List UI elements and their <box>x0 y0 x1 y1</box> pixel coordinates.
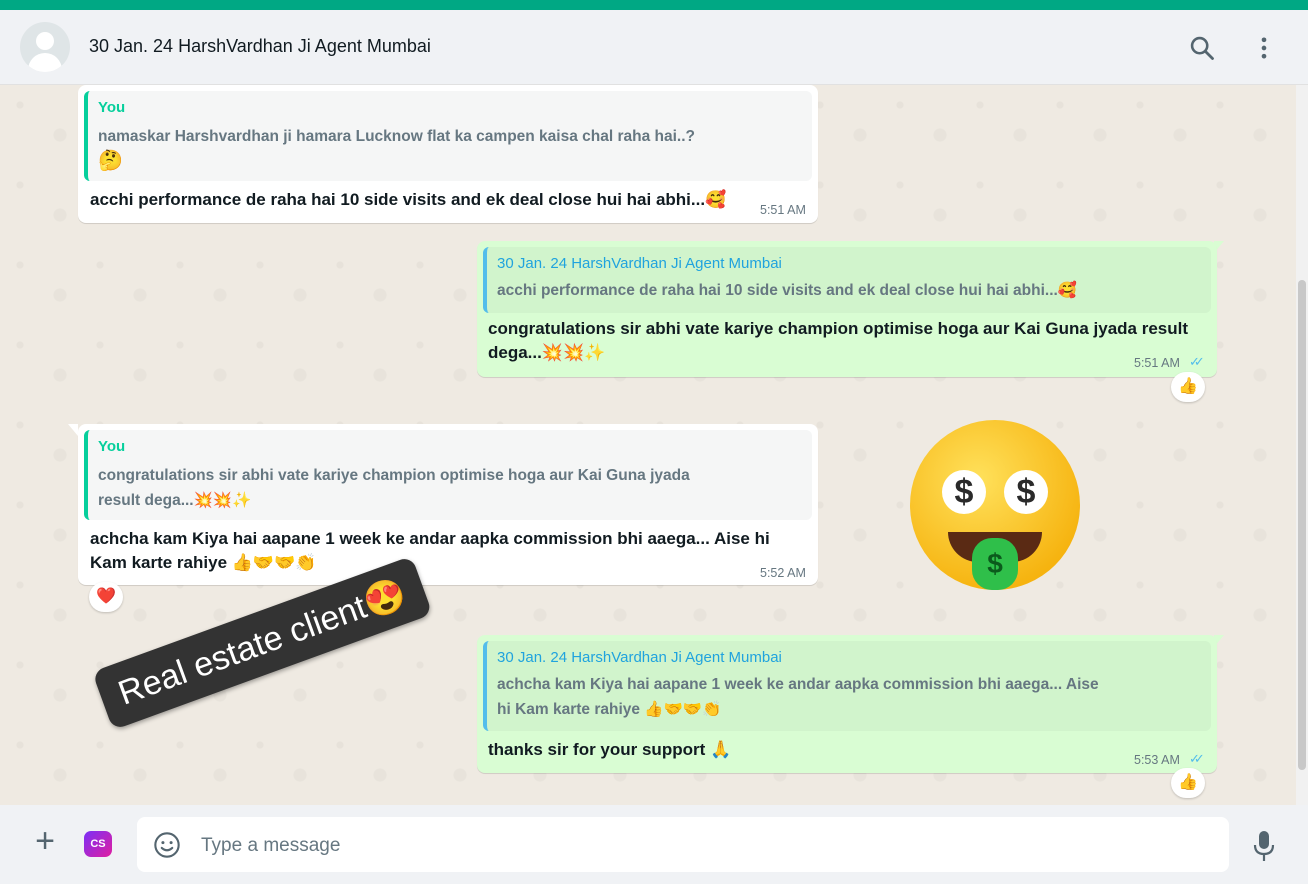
money-mouth-face-sticker[interactable]: $ $ $ <box>910 420 1080 590</box>
quoted-message[interactable]: You congratulations sir abhi vate kariye… <box>84 430 812 520</box>
quote-text-line: achcha kam Kiya hai aapane 1 week ke and… <box>497 676 1099 693</box>
avatar-head-shape <box>36 32 54 50</box>
message-text-line: dega...💥💥✨ <box>488 343 606 362</box>
scrollbar-thumb[interactable] <box>1298 280 1306 770</box>
quote-emoji: 🤔 <box>98 150 123 172</box>
message-bubble-incoming[interactable]: You congratulations sir abhi vate kariye… <box>78 424 818 585</box>
message-input-box[interactable] <box>137 817 1229 872</box>
reaction-badge[interactable]: 👍 <box>1171 768 1205 798</box>
reaction-badge[interactable]: 👍 <box>1171 372 1205 402</box>
avatar-body-shape <box>28 53 62 72</box>
chat-panel[interactable]: You namaskar Harshvardhan ji hamara Luck… <box>0 85 1296 805</box>
chat-header: 30 Jan. 24 HarshVardhan Ji Agent Mumbai <box>0 10 1308 85</box>
quote-text-line: congratulations sir abhi vate kariye cha… <box>98 467 690 484</box>
message-text: acchi performance de raha hai 10 side vi… <box>90 190 727 209</box>
dollar-tongue: $ <box>972 538 1018 590</box>
message-input[interactable] <box>199 829 1213 863</box>
quote-author: You <box>98 438 126 455</box>
smiley-icon[interactable] <box>153 831 181 859</box>
quote-text: namaskar Harshvardhan ji hamara Lucknow … <box>98 128 695 145</box>
read-ticks-icon: ✓✓ <box>1189 354 1205 369</box>
message-bubble-incoming[interactable]: You namaskar Harshvardhan ji hamara Luck… <box>78 85 818 223</box>
mic-icon[interactable] <box>1252 829 1276 863</box>
message-time: 5:51 AM <box>760 203 806 217</box>
plus-icon[interactable]: + <box>30 824 60 858</box>
message-time: 5:53 AM <box>1134 753 1180 767</box>
dollar-eye-left: $ <box>942 470 986 514</box>
message-bubble-outgoing[interactable]: 30 Jan. 24 HarshVardhan Ji Agent Mumbai … <box>477 241 1217 377</box>
bubble-tail <box>68 424 78 436</box>
dollar-eye-right: $ <box>1004 470 1048 514</box>
message-composer: + CS <box>0 805 1308 884</box>
quote-text-line: hi Kam karte rahiye 👍🤝🤝👏 <box>497 701 722 718</box>
extension-cs-icon[interactable]: CS <box>84 831 112 857</box>
quote-author: 30 Jan. 24 HarshVardhan Ji Agent Mumbai <box>497 649 782 666</box>
quote-text: acchi performance de raha hai 10 side vi… <box>497 282 1078 299</box>
quoted-message[interactable]: 30 Jan. 24 HarshVardhan Ji Agent Mumbai … <box>483 641 1211 731</box>
message-bubble-outgoing[interactable]: 30 Jan. 24 HarshVardhan Ji Agent Mumbai … <box>477 635 1217 773</box>
quote-author: 30 Jan. 24 HarshVardhan Ji Agent Mumbai <box>497 255 782 272</box>
quote-author: You <box>98 99 126 116</box>
quoted-message[interactable]: You namaskar Harshvardhan ji hamara Luck… <box>84 91 812 181</box>
search-icon[interactable] <box>1188 34 1216 62</box>
chat-scrollbar[interactable] <box>1296 85 1308 805</box>
contact-avatar[interactable] <box>20 22 70 72</box>
quoted-message[interactable]: 30 Jan. 24 HarshVardhan Ji Agent Mumbai … <box>483 247 1211 313</box>
message-text-line: congratulations sir abhi vate kariye cha… <box>488 319 1189 338</box>
chat-title[interactable]: 30 Jan. 24 HarshVardhan Ji Agent Mumbai <box>89 36 431 57</box>
message-text-line: achcha kam Kiya hai aapane 1 week ke and… <box>90 529 770 548</box>
quote-text-line: result dega...💥💥✨ <box>98 492 252 509</box>
message-text-line: Kam karte rahiye 👍🤝🤝👏 <box>90 553 317 572</box>
top-accent-bar <box>0 0 1308 10</box>
kebab-menu-icon[interactable] <box>1250 34 1278 62</box>
reaction-badge[interactable]: ❤️ <box>89 582 123 612</box>
message-text: thanks sir for your support 🙏 <box>488 740 732 759</box>
message-time: 5:51 AM <box>1134 356 1180 370</box>
read-ticks-icon: ✓✓ <box>1189 751 1205 766</box>
message-time: 5:52 AM <box>760 566 806 580</box>
